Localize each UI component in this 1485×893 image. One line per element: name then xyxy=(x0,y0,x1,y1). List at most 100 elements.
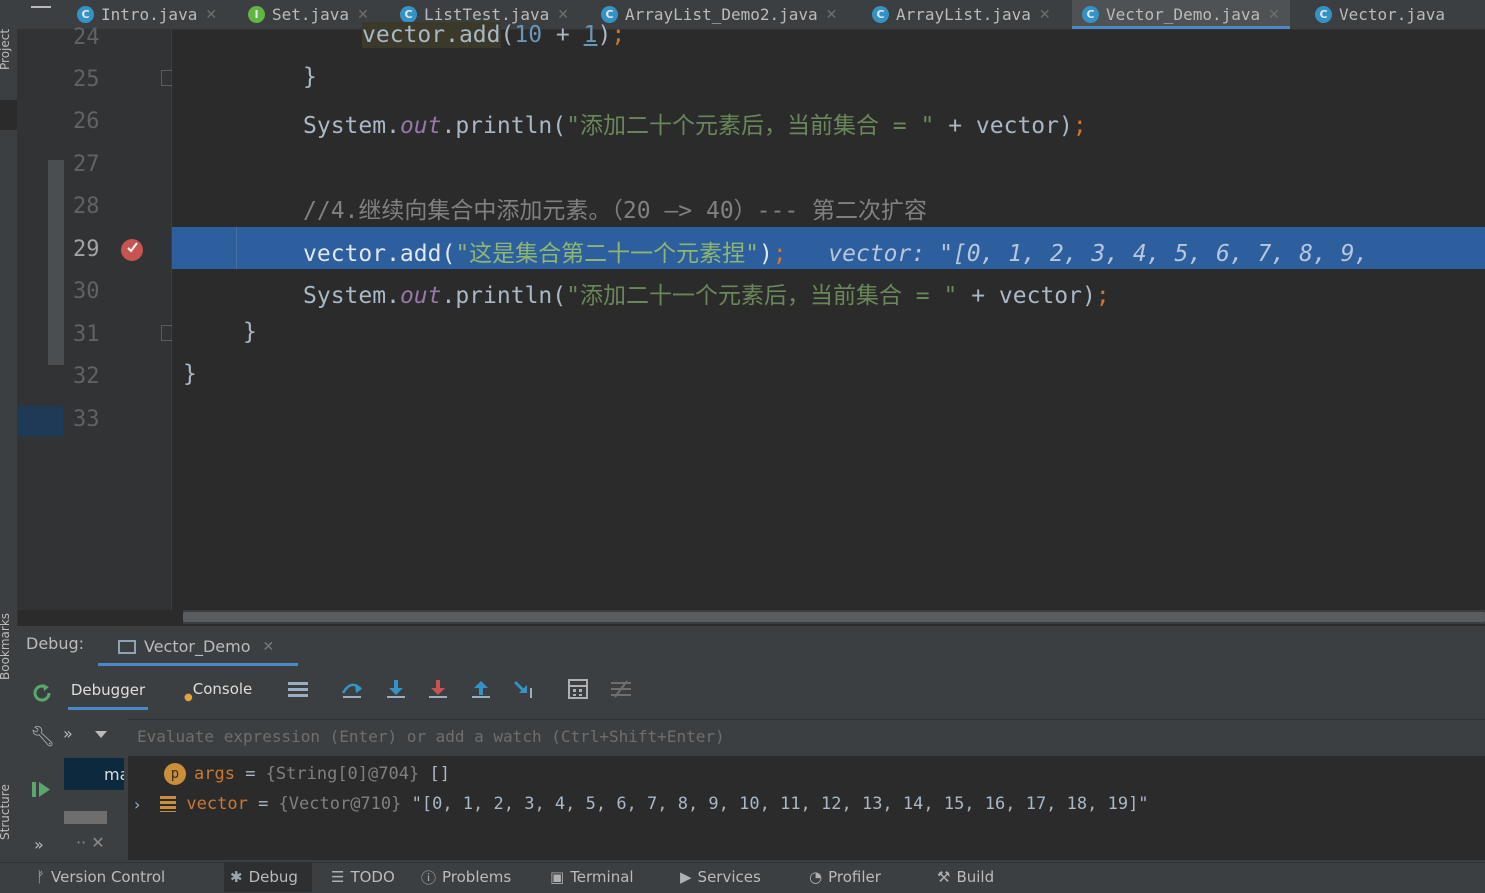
line-number: 32 xyxy=(73,364,100,389)
tool-build[interactable]: ⚒ Build xyxy=(937,862,994,892)
window-icon xyxy=(118,639,136,654)
java-class-icon: C xyxy=(77,6,94,23)
variable-row-args[interactable]: p args = {String[0]@704} [] xyxy=(164,763,450,785)
code-line-29: vector.add("这是集合第二十一个元素捏"); vector: "[0,… xyxy=(303,241,1369,267)
step-over-icon[interactable] xyxy=(341,678,363,700)
chevron-down-icon[interactable] xyxy=(95,731,107,738)
code-line-32: } xyxy=(183,361,197,387)
step-into-icon[interactable] xyxy=(385,678,407,700)
close-icon[interactable]: ✕ xyxy=(357,7,369,23)
resume-icon[interactable] xyxy=(30,778,52,800)
expand-more-icon[interactable]: » xyxy=(34,835,44,854)
tab-label: Intro.java xyxy=(101,5,198,24)
line-number: 33 xyxy=(73,407,100,432)
variable-value: [] xyxy=(429,764,450,784)
tab-label: Set.java xyxy=(272,5,350,24)
bug-icon: ✱ xyxy=(230,868,243,886)
settings-wrench-icon[interactable]: 🔧︎ xyxy=(30,724,55,748)
tab-set-java[interactable]: I Set.java ✕ xyxy=(248,0,369,29)
line-number: 30 xyxy=(73,279,100,304)
tool-problems[interactable]: ⓘ Problems xyxy=(421,862,511,892)
list-icon: ☰ xyxy=(331,868,345,886)
tab-label: ArrayList_Demo2.java xyxy=(625,5,818,24)
frame-item[interactable]: ma xyxy=(64,758,124,790)
line-number: 25 xyxy=(73,67,100,92)
close-icon[interactable]: ✕ xyxy=(205,7,217,23)
evaluate-expression-field[interactable]: Evaluate expression (Enter) or add a wat… xyxy=(128,719,1485,757)
branch-icon: ᚠ xyxy=(36,868,46,886)
close-icon[interactable]: ✕ xyxy=(1268,7,1280,23)
structure-tool-button[interactable]: Structure xyxy=(0,740,18,840)
frame-placeholder xyxy=(64,811,107,824)
breakpoint-icon[interactable] xyxy=(120,238,144,262)
inline-debug-hint: vector: "[0, 1, 2, 3, 4, 5, 6, 7, 8, 9, xyxy=(828,241,1369,267)
tool-terminal[interactable]: ▣ Terminal xyxy=(550,862,634,892)
profiler-icon: ◔ xyxy=(809,868,823,886)
info-icon: ⓘ xyxy=(421,868,437,887)
line-number: 28 xyxy=(73,194,100,219)
run-to-cursor-icon[interactable] xyxy=(513,678,535,700)
tab-label: ArrayList.java xyxy=(896,5,1031,24)
line-number: 24 xyxy=(73,25,100,50)
variable-value: "[0, 1, 2, 3, 4, 5, 6, 7, 8, 9, 10, 11, … xyxy=(411,794,1149,814)
close-icon[interactable]: ✕ xyxy=(1039,7,1051,23)
line-number: 31 xyxy=(73,322,100,347)
tool-services[interactable]: ▶ Services xyxy=(680,862,761,892)
tab-debugger[interactable]: Debugger xyxy=(68,672,148,710)
java-class-icon: C xyxy=(400,6,417,23)
line-number: 27 xyxy=(73,152,100,177)
tab-vector-demo-java[interactable]: C Vector_Demo.java ✕ xyxy=(1072,0,1290,29)
close-icon[interactable]: ✕ xyxy=(557,7,569,23)
scrollbar-thumb[interactable] xyxy=(183,612,1485,622)
line-marker xyxy=(17,406,63,436)
hammer-icon: ⚒ xyxy=(937,868,951,886)
tool-debug[interactable]: ✱ Debug xyxy=(224,862,312,892)
indent-guide xyxy=(236,227,237,269)
force-step-into-icon[interactable] xyxy=(427,678,449,700)
evaluate-placeholder: Evaluate expression (Enter) or add a wat… xyxy=(137,727,725,746)
project-tool-button[interactable]: Project xyxy=(0,0,18,70)
code-line-30: System.out.println("添加二十一个元素后，当前集合 = " +… xyxy=(303,283,1110,309)
rerun-icon[interactable] xyxy=(30,681,54,705)
close-icon[interactable]: ✕ xyxy=(826,7,838,23)
variable-name: args xyxy=(194,764,235,784)
warning-dot-icon: ● xyxy=(184,692,193,703)
tool-version-control[interactable]: ᚠ Version Control xyxy=(36,862,165,892)
variable-row-vector[interactable]: › vector = {Vector@710} "[0, 1, 2, 3, 4,… xyxy=(134,794,1149,814)
more-icon[interactable]: » xyxy=(63,724,73,743)
debug-label: Debug: xyxy=(26,634,85,653)
frames-more[interactable]: ·· ✕ xyxy=(76,833,105,852)
minimize-icon[interactable] xyxy=(31,6,51,8)
show-frames-icon[interactable] xyxy=(287,678,309,700)
variable-type: {String[0]@704} xyxy=(265,764,420,784)
java-class-icon: C xyxy=(872,6,889,23)
horizontal-scrollbar[interactable] xyxy=(183,610,1485,624)
code-line-31: } xyxy=(243,319,257,345)
evaluate-expression-icon[interactable] xyxy=(567,678,589,700)
tab-console[interactable]: ●Console xyxy=(184,680,252,703)
play-icon: ▶ xyxy=(680,868,692,886)
close-icon[interactable]: ✕ xyxy=(263,639,275,655)
tool-profiler[interactable]: ◔ Profiler xyxy=(809,862,881,892)
debug-session-tab[interactable]: Vector_Demo ✕ xyxy=(98,630,298,666)
terminal-icon: ▣ xyxy=(550,868,565,886)
tab-arraylist-java[interactable]: C ArrayList.java ✕ xyxy=(872,0,1051,29)
chevron-right-icon[interactable]: › xyxy=(134,795,140,814)
variable-type: {Vector@710} xyxy=(278,794,402,814)
java-interface-icon: I xyxy=(248,6,265,23)
line-number: 26 xyxy=(73,109,100,134)
tab-vector-java[interactable]: C Vector.java xyxy=(1315,0,1445,29)
tab-label: Vector_Demo.java xyxy=(1106,5,1261,24)
field-icon xyxy=(160,796,177,812)
java-class-icon: C xyxy=(1315,6,1332,23)
java-class-icon: C xyxy=(601,6,618,23)
java-class-icon: C xyxy=(1082,6,1099,23)
tab-label: Vector.java xyxy=(1339,5,1445,24)
bookmarks-tool-button[interactable]: Bookmarks xyxy=(0,600,18,680)
step-out-icon[interactable] xyxy=(470,678,492,700)
strip-separator xyxy=(0,100,17,130)
trace-stream-icon[interactable] xyxy=(610,678,632,700)
tab-arraylist-demo2-java[interactable]: C ArrayList_Demo2.java ✕ xyxy=(601,0,837,29)
tool-todo[interactable]: ☰ TODO xyxy=(331,862,395,892)
parameter-icon: p xyxy=(164,763,186,785)
